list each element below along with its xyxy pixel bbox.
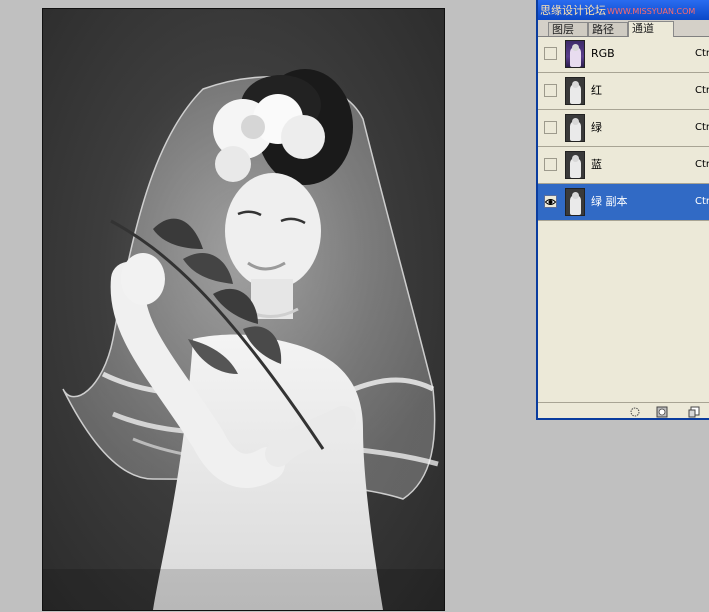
visibility-toggle[interactable]	[544, 195, 557, 208]
tab-channels[interactable]: 通道	[628, 21, 674, 37]
visibility-toggle[interactable]	[544, 158, 557, 171]
channel-row-blue[interactable]: 蓝 Ctrl	[538, 147, 709, 184]
new-channel-icon[interactable]	[688, 406, 700, 418]
channel-shortcut: Ctrl	[695, 122, 709, 133]
channel-thumbnail	[565, 40, 585, 68]
channel-row-green-copy[interactable]: 绿 副本 Ctrl	[538, 184, 709, 221]
channel-row-red[interactable]: 红 Ctrl	[538, 73, 709, 110]
visibility-toggle[interactable]	[544, 121, 557, 134]
site-watermark: 思缘设计论坛WWW.MISSYUAN.COM	[540, 4, 695, 18]
visibility-toggle[interactable]	[544, 84, 557, 97]
channel-thumbnail	[565, 77, 585, 105]
channel-thumbnail	[565, 188, 585, 216]
channel-list: RGB Ctrl 红 Ctrl 绿 Ctrl 蓝	[538, 36, 709, 221]
load-selection-icon[interactable]	[629, 406, 641, 418]
eye-icon	[545, 199, 556, 205]
channel-shortcut: Ctrl	[695, 48, 709, 59]
watermark-text: 思缘设计论坛	[540, 4, 606, 17]
channel-row-rgb[interactable]: RGB Ctrl	[538, 36, 709, 73]
visibility-toggle[interactable]	[544, 47, 557, 60]
panel-bottom-bar	[538, 402, 709, 418]
save-selection-icon[interactable]	[656, 406, 668, 418]
tab-layers[interactable]: 图层	[548, 22, 588, 36]
channels-panel: 思缘设计论坛WWW.MISSYUAN.COM 图层 路径 通道 RGB Ctrl…	[536, 0, 709, 420]
channel-row-green[interactable]: 绿 Ctrl	[538, 110, 709, 147]
channel-name: 绿 副本	[591, 195, 628, 208]
channel-name: 红	[591, 84, 602, 97]
channel-shortcut: Ctrl	[695, 159, 709, 170]
bride-photo	[43, 69, 444, 610]
channel-thumbnail	[565, 114, 585, 142]
channel-name: RGB	[591, 47, 615, 60]
tabbar-spacer	[674, 22, 709, 37]
document-canvas[interactable]	[42, 8, 445, 611]
watermark-url: WWW.MISSYUAN.COM	[607, 7, 696, 16]
panel-titlebar[interactable]: 思缘设计论坛WWW.MISSYUAN.COM	[538, 0, 709, 20]
panel-tabbar: 图层 路径 通道	[538, 20, 709, 37]
channel-shortcut: Ctrl	[695, 196, 709, 207]
channel-name: 绿	[591, 121, 602, 134]
channel-shortcut: Ctrl	[695, 85, 709, 96]
tab-paths[interactable]: 路径	[588, 22, 628, 36]
channel-name: 蓝	[591, 158, 602, 171]
channel-thumbnail	[565, 151, 585, 179]
